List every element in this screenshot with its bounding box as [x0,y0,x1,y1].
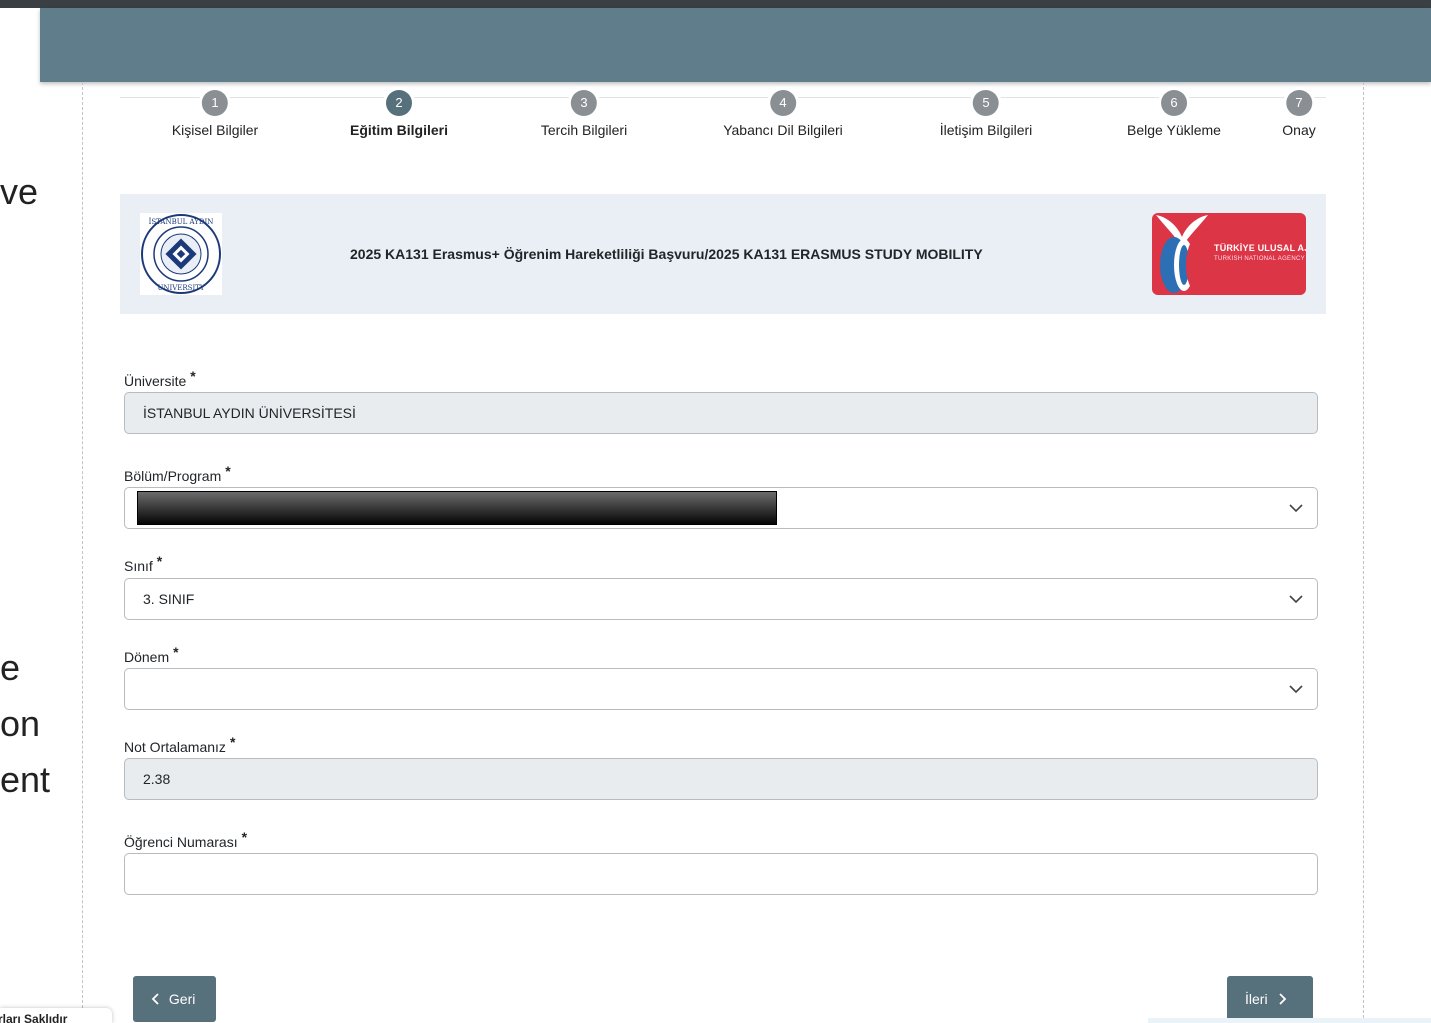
step-number: 2 [385,90,412,116]
not-ortalamasi-label-text: Not Ortalamanız [124,739,226,755]
bottom-strip [1148,1018,1431,1023]
donem-label: Dönem * [124,644,179,665]
not-ortalamasi-label: Not Ortalamanız * [124,734,235,755]
required-mark: * [229,734,236,750]
required-mark: * [173,644,179,660]
back-button-label: Geri [168,991,196,1007]
step-belge-yukleme[interactable]: 6 Belge Yükleme [1127,90,1221,138]
sinif-label: Sınıf * [124,553,162,574]
university-logo: İSTANBUL AYDIN UNIVERSITY [140,213,222,295]
ogrenci-numarasi-input[interactable] [124,853,1318,895]
step-label: Belge Yükleme [1127,122,1221,138]
banner-title: 2025 KA131 Erasmus+ Öğrenim Hareketliliğ… [350,246,983,262]
background-text-fragment: on [0,703,41,744]
step-label: Tercih Bilgileri [540,122,628,138]
not-ortalamasi-field[interactable]: 2.38 [124,758,1318,800]
header-bar [40,8,1431,82]
chevron-down-icon [1289,595,1303,604]
universite-field[interactable]: İSTANBUL AYDIN ÜNİVERSİTESİ [124,392,1318,434]
donem-select[interactable] [124,668,1318,710]
step-label: Yabancı Dil Bilgileri [723,122,843,138]
step-label: Kişisel Bilgiler [171,122,259,138]
step-number: 6 [1160,90,1187,116]
back-button[interactable]: Geri [133,976,216,1022]
step-onay[interactable]: 7 Onay [1282,90,1316,138]
step-number: 5 [972,90,999,116]
ogrenci-numarasi-label-text: Öğrenci Numarası [124,834,238,850]
bolum-program-label-text: Bölüm/Program [124,468,222,484]
ogrenci-numarasi-label: Öğrenci Numarası * [124,829,247,850]
step-label: Eğitim Bilgileri [349,122,449,138]
next-button-label: İleri [1245,991,1268,1007]
svg-text:UNIVERSITY: UNIVERSITY [157,284,204,292]
step-number: 7 [1286,90,1312,116]
required-mark: * [190,368,196,384]
universite-label-text: Üniversite [124,373,187,389]
step-label: İletişim Bilgileri [939,122,1033,138]
bolum-program-select[interactable] [124,487,1318,529]
step-tercih-bilgileri[interactable]: 3 Tercih Bilgileri [541,90,627,138]
required-mark: * [225,463,231,479]
step-number: 3 [570,90,597,116]
redacted-block [137,491,777,525]
next-button[interactable]: İleri [1227,976,1313,1022]
universite-label: Üniversite * [124,368,196,389]
not-ortalamasi-value: 2.38 [143,771,171,787]
background-text-fragment: ent [0,759,51,800]
sinif-value: 3. SINIF [143,591,195,607]
universite-value: İSTANBUL AYDIN ÜNİVERSİTESİ [143,405,356,421]
background-text-fragment: ve [0,171,39,212]
bolum-program-label: Bölüm/Program * [124,463,231,484]
sinif-label-text: Sınıf [124,558,153,574]
step-yabanci-dil-bilgileri[interactable]: 4 Yabancı Dil Bilgileri [723,90,843,138]
chevron-down-icon [1289,504,1303,513]
content-border-right [1363,82,1364,1023]
agency-name: TÜRKİYE ULUSAL AJANSI [1214,243,1306,253]
step-egitim-bilgileri[interactable]: 2 Eğitim Bilgileri [350,90,448,138]
required-mark: * [156,553,163,569]
step-label: Onay [1282,122,1316,138]
sinif-select[interactable]: 3. SINIF [124,578,1318,620]
copyright-notice: rları Saklıdır [0,1008,112,1023]
content-border-left [82,82,83,1023]
step-number: 4 [769,90,796,116]
step-iletisim-bilgileri[interactable]: 5 İletişim Bilgileri [939,90,1033,138]
background-text-fragment: e [0,647,21,688]
step-number: 1 [201,90,228,116]
agency-name-en: TURKISH NATIONAL AGENCY [1214,256,1305,262]
top-dark-strip [0,0,1431,8]
national-agency-logo: TÜRKİYE ULUSAL AJANSI TURKISH NATIONAL A… [1152,213,1306,295]
donem-label-text: Dönem [124,649,170,665]
required-mark: * [241,829,248,845]
svg-text:İSTANBUL AYDIN: İSTANBUL AYDIN [149,217,214,226]
chevron-right-icon [1279,993,1287,1005]
chevron-down-icon [1289,685,1303,694]
wizard-stepper: 1 Kişisel Bilgiler 2 Eğitim Bilgileri 3 … [120,88,1326,148]
program-banner: İSTANBUL AYDIN UNIVERSITY 2025 KA131 Era… [120,194,1326,314]
step-kisisel-bilgiler[interactable]: 1 Kişisel Bilgiler [172,90,258,138]
chevron-left-icon [151,993,159,1005]
